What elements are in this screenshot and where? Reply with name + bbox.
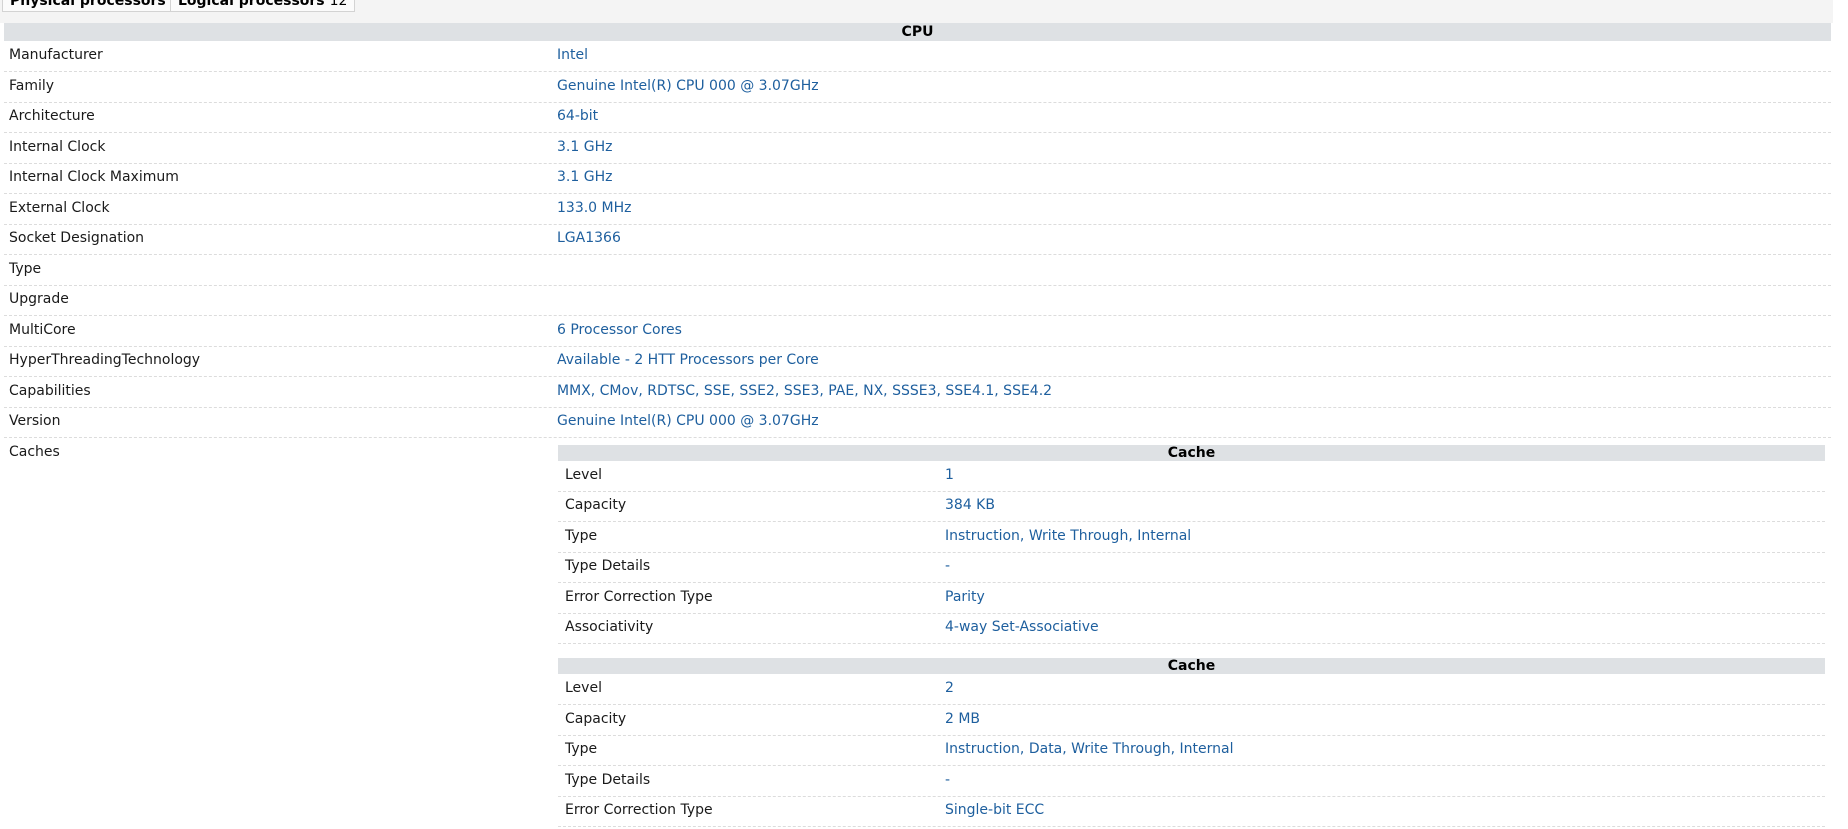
right-margin <box>1833 0 1848 829</box>
row-label: Capabilities <box>9 383 91 399</box>
row-label: Socket Designation <box>9 230 145 246</box>
tab-physical-processors[interactable]: Physical processors1 <box>2 0 188 12</box>
row-label: Internal Clock Maximum <box>9 169 179 185</box>
caches-label: Caches <box>9 444 60 460</box>
cpu-row-version: Version Genuine Intel(R) CPU 000 @ 3.07G… <box>4 407 1831 438</box>
cpu-row-hyperthreading: HyperThreadingTechnology Available - 2 H… <box>4 346 1831 377</box>
cache-2-row-type: Type Instruction, Data, Write Through, I… <box>558 735 1825 766</box>
row-label: Version <box>9 413 61 429</box>
cpu-row-external-clock: External Clock 133.0 MHz <box>4 194 1831 225</box>
row-value: Instruction, Data, Write Through, Intern… <box>945 741 1234 757</box>
row-value: 3.1 GHz <box>557 169 613 185</box>
row-label: Type Details <box>565 772 651 788</box>
row-label: Level <box>565 467 602 483</box>
cache-1-row-capacity: Capacity 384 KB <box>558 491 1825 522</box>
row-value: 2 <box>945 680 954 696</box>
cpu-row-internal-clock-maximum: Internal Clock Maximum 3.1 GHz <box>4 163 1831 194</box>
cache-1-row-type-details: Type Details - <box>558 552 1825 583</box>
row-label: Internal Clock <box>9 139 106 155</box>
row-label: Error Correction Type <box>565 802 713 818</box>
row-label: Capacity <box>565 711 627 727</box>
cpu-row-capabilities: Capabilities MMX, CMov, RDTSC, SSE, SSE2… <box>4 377 1831 408</box>
row-label: Level <box>565 680 602 696</box>
row-label: Error Correction Type <box>565 589 713 605</box>
row-value: - <box>945 558 951 574</box>
cache-2-row-level: Level 2 <box>558 674 1825 705</box>
row-label: Type <box>565 741 598 757</box>
cpu-row-internal-clock: Internal Clock 3.1 GHz <box>4 133 1831 164</box>
row-label: Associativity <box>565 619 654 635</box>
row-label: Type <box>9 261 42 277</box>
cache-2-header: Cache <box>558 658 1825 674</box>
cache-1-row-type: Type Instruction, Write Through, Interna… <box>558 522 1825 553</box>
row-value: Available - 2 HTT Processors per Core <box>557 352 819 368</box>
row-label: MultiCore <box>9 322 76 338</box>
cpu-row-socket-designation: Socket Designation LGA1366 <box>4 224 1831 255</box>
cpu-row-manufacturer: Manufacturer Intel <box>4 41 1831 72</box>
row-label: Capacity <box>565 497 627 513</box>
row-value: Genuine Intel(R) CPU 000 @ 3.07GHz <box>557 413 819 429</box>
row-value: Instruction, Write Through, Internal <box>945 528 1192 544</box>
cache-2-row-capacity: Capacity 2 MB <box>558 705 1825 736</box>
row-label: Type <box>565 528 598 544</box>
cache-1-header: Cache <box>558 445 1825 461</box>
cache-1-row-associativity: Associativity 4-way Set-Associative <box>558 613 1825 644</box>
row-value: 64-bit <box>557 108 599 124</box>
cpu-row-multicore: MultiCore 6 Processor Cores <box>4 316 1831 347</box>
row-label: External Clock <box>9 200 110 216</box>
row-label: Type Details <box>565 558 651 574</box>
row-value: 133.0 MHz <box>557 200 632 216</box>
row-label: Upgrade <box>9 291 69 307</box>
row-value: Parity <box>945 589 985 605</box>
tab-physical-label: Physical processors <box>10 0 166 9</box>
row-value: 4-way Set-Associative <box>945 619 1099 635</box>
row-value: MMX, CMov, RDTSC, SSE, SSE2, SSE3, PAE, … <box>557 383 1053 399</box>
cache-2-row-error-correction: Error Correction Type Single-bit ECC <box>558 796 1825 827</box>
cache-2-row-type-details: Type Details - <box>558 766 1825 797</box>
row-value: 1 <box>945 467 954 483</box>
row-value: - <box>945 772 951 788</box>
row-value: 2 MB <box>945 711 981 727</box>
cpu-row-family: Family Genuine Intel(R) CPU 000 @ 3.07GH… <box>4 72 1831 103</box>
row-label: HyperThreadingTechnology <box>9 352 201 368</box>
row-value: 6 Processor Cores <box>557 322 682 338</box>
cache-1-row-level: Level 1 <box>558 461 1825 492</box>
row-value: LGA1366 <box>557 230 621 246</box>
cpu-row-architecture: Architecture 64-bit <box>4 102 1831 133</box>
row-value: 3.1 GHz <box>557 139 613 155</box>
tab-logical-value: 12 <box>329 0 348 9</box>
cache-1-row-error-correction: Error Correction Type Parity <box>558 583 1825 614</box>
tab-logical-processors[interactable]: Logical processors 12 <box>170 0 356 12</box>
cpu-section-header: CPU <box>4 23 1831 41</box>
row-label: Family <box>9 78 55 94</box>
row-value: Intel <box>557 47 588 63</box>
row-value: Genuine Intel(R) CPU 000 @ 3.07GHz <box>557 78 819 94</box>
cpu-row-type: Type <box>4 255 1831 286</box>
tab-logical-label: Logical processors <box>178 0 325 9</box>
cpu-row-upgrade: Upgrade <box>4 285 1831 316</box>
row-label: Manufacturer <box>9 47 103 63</box>
row-value: 384 KB <box>945 497 995 513</box>
row-label: Architecture <box>9 108 95 124</box>
row-value: Single-bit ECC <box>945 802 1045 818</box>
